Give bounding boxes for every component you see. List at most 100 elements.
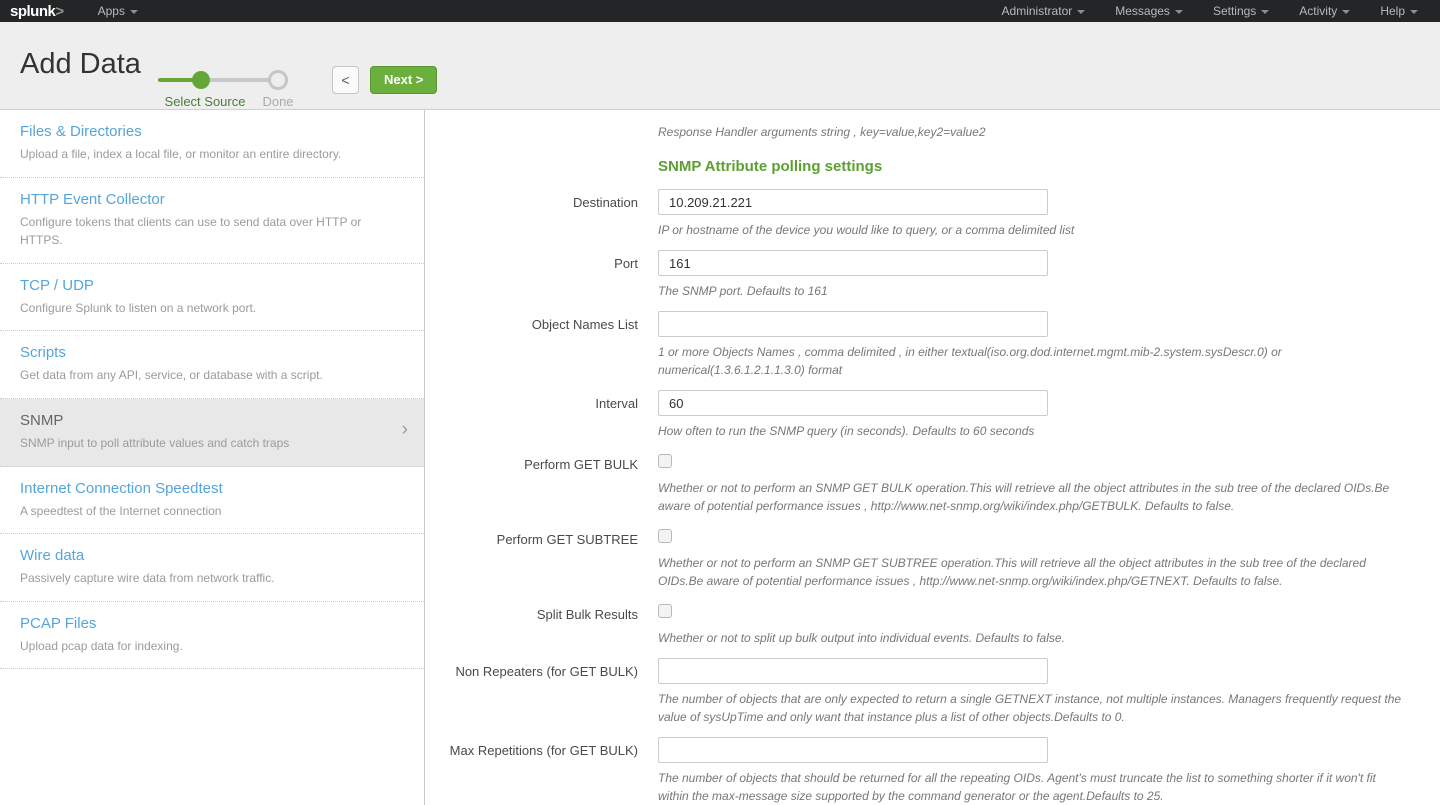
- step-label-done: Done: [248, 94, 308, 109]
- settings-menu[interactable]: Settings: [1213, 4, 1269, 18]
- back-chevron-icon: <: [341, 72, 349, 88]
- split-bulk-results-checkbox[interactable]: [658, 604, 672, 618]
- sidebar-item-wire-data[interactable]: Wire data Passively capture wire data fro…: [0, 534, 424, 602]
- sidebar-item-title: Wire data: [20, 547, 384, 564]
- destination-input[interactable]: [658, 189, 1048, 215]
- perform-get-bulk-checkbox[interactable]: [658, 454, 672, 468]
- sidebar-item-description: Configure tokens that clients can use to…: [20, 213, 384, 250]
- step-current-dot: [192, 71, 210, 89]
- max-repetitions-for-get-bulk-control: The number of objects that should be ret…: [658, 737, 1406, 805]
- object-names-list-hint: 1 or more Objects Names , comma delimite…: [658, 343, 1406, 379]
- help-menu[interactable]: Help: [1380, 4, 1418, 18]
- chevron-down-icon: [1261, 10, 1269, 14]
- sidebar-item-title: SNMP: [20, 412, 384, 429]
- sidebar-item-description: Passively capture wire data from network…: [20, 569, 384, 588]
- non-repeaters-for-get-bulk-label: Non Repeaters (for GET BULK): [426, 658, 638, 681]
- snmp-polling-settings-heading: SNMP Attribute polling settings: [658, 158, 1440, 175]
- splunk-logo-text: splunk: [10, 3, 55, 20]
- split-bulk-results-label: Split Bulk Results: [426, 601, 638, 624]
- source-type-sidebar: Files & Directories Upload a file, index …: [0, 110, 425, 805]
- form-row-perform-get-bulk: Perform GET BULK Whether or not to perfor…: [426, 451, 1440, 515]
- page-header: Add Data Select Source Done < Next >: [0, 22, 1440, 110]
- split-bulk-results-control: Whether or not to split up bulk output i…: [658, 601, 1406, 647]
- topbar-right-menus: Administrator Messages Settings Activity Hel…: [1002, 4, 1440, 18]
- non-repeaters-for-get-bulk-input[interactable]: [658, 658, 1048, 684]
- sidebar-item-internet-connection-speedtest[interactable]: Internet Connection SpeedtestA speedtest…: [0, 467, 424, 535]
- interval-control: How often to run the SNMP query (in seco…: [658, 390, 1406, 440]
- form-row-split-bulk-results: Split Bulk Results Whether or not to spli…: [426, 601, 1440, 647]
- sidebar-item-http-event-collector[interactable]: HTTP Event Collector Configure tokens tha…: [0, 178, 424, 264]
- chevron-down-icon: [1077, 10, 1085, 14]
- max-repetitions-for-get-bulk-label: Max Repetitions (for GET BULK): [426, 737, 638, 760]
- sidebar-item-title: Scripts: [20, 344, 384, 361]
- administrator-menu[interactable]: Administrator: [1002, 4, 1086, 18]
- port-label: Port: [426, 250, 638, 273]
- destination-hint: IP or hostname of the device you would l…: [658, 221, 1406, 239]
- chevron-down-icon: [130, 10, 138, 14]
- top-navigation-bar: splunk> Apps Administrator Messages Settin…: [0, 0, 1440, 22]
- form-row-object-names-list: Object Names List 1 or more Objects Names…: [426, 311, 1440, 379]
- snmp-settings-form: Response Handler arguments string , key=…: [426, 110, 1440, 805]
- sidebar-item-pcap-files[interactable]: PCAP Files Upload pcap data for indexing.: [0, 602, 424, 670]
- back-button[interactable]: <: [332, 66, 359, 94]
- object-names-list-label: Object Names List: [426, 311, 638, 334]
- sidebar-item-title: TCP / UDP: [20, 277, 384, 294]
- sidebar-item-snmp[interactable]: SNMP SNMP input to poll attribute values …: [0, 399, 424, 467]
- step-pending-circle: [268, 70, 288, 90]
- perform-get-bulk-control: Whether or not to perform an SNMP GET BU…: [658, 451, 1406, 515]
- object-names-list-input[interactable]: [658, 311, 1048, 337]
- messages-menu-label: Messages: [1115, 4, 1170, 18]
- sidebar-item-description: Upload pcap data for indexing.: [20, 637, 384, 656]
- form-row-non-repeaters-for-get-bulk: Non Repeaters (for GET BULK) The number o…: [426, 658, 1440, 726]
- form-row-max-repetitions-for-get-bulk: Max Repetitions (for GET BULK) The number…: [426, 737, 1440, 805]
- non-repeaters-for-get-bulk-control: The number of objects that are only expe…: [658, 658, 1406, 726]
- apps-menu-label: Apps: [98, 4, 125, 18]
- max-repetitions-for-get-bulk-hint: The number of objects that should be ret…: [658, 769, 1406, 805]
- form-fields: Destination IP or hostname of the device …: [426, 189, 1440, 805]
- interval-hint: How often to run the SNMP query (in seco…: [658, 422, 1406, 440]
- perform-get-subtree-hint: Whether or not to perform an SNMP GET SU…: [658, 554, 1406, 590]
- form-row-interval: Interval How often to run the SNMP query …: [426, 390, 1440, 440]
- port-hint: The SNMP port. Defaults to 161: [658, 282, 1406, 300]
- perform-get-bulk-label: Perform GET BULK: [426, 451, 638, 474]
- perform-get-subtree-label: Perform GET SUBTREE: [426, 526, 638, 549]
- non-repeaters-for-get-bulk-hint: The number of objects that are only expe…: [658, 690, 1406, 726]
- sidebar-item-title: Files & Directories: [20, 123, 384, 140]
- destination-control: IP or hostname of the device you would l…: [658, 189, 1406, 239]
- perform-get-subtree-checkbox[interactable]: [658, 529, 672, 543]
- page-title: Add Data: [20, 48, 141, 81]
- sidebar-item-title: HTTP Event Collector: [20, 191, 384, 208]
- sidebar-item-title: Internet Connection Speedtest: [20, 480, 384, 497]
- split-bulk-results-hint: Whether or not to split up bulk output i…: [658, 629, 1406, 647]
- activity-menu[interactable]: Activity: [1299, 4, 1350, 18]
- response-handler-arguments-hint: Response Handler arguments string , key=…: [658, 123, 1406, 141]
- sidebar-item-description: Upload a file, index a local file, or mo…: [20, 145, 384, 164]
- form-row-port: Port The SNMP port. Defaults to 161: [426, 250, 1440, 300]
- sidebar-item-tcp-udp[interactable]: TCP / UDPConfigure Splunk to listen on a…: [0, 264, 424, 332]
- max-repetitions-for-get-bulk-input[interactable]: [658, 737, 1048, 763]
- settings-menu-label: Settings: [1213, 4, 1256, 18]
- step-label-select-source: Select Source: [145, 94, 265, 109]
- activity-menu-label: Activity: [1299, 4, 1337, 18]
- administrator-menu-label: Administrator: [1002, 4, 1073, 18]
- sidebar-item-scripts[interactable]: ScriptsGet data from any API, service, o…: [0, 331, 424, 399]
- port-input[interactable]: [658, 250, 1048, 276]
- interval-input[interactable]: [658, 390, 1048, 416]
- splunk-logo[interactable]: splunk>: [10, 3, 64, 20]
- progress-steps: Select Source Done: [158, 68, 318, 112]
- form-row-perform-get-subtree: Perform GET SUBTREE Whether or not to per…: [426, 526, 1440, 590]
- messages-menu[interactable]: Messages: [1115, 4, 1183, 18]
- progress-track: [158, 78, 288, 82]
- splunk-logo-chevron: >: [55, 3, 63, 20]
- object-names-list-control: 1 or more Objects Names , comma delimite…: [658, 311, 1406, 379]
- chevron-down-icon: [1342, 10, 1350, 14]
- sidebar-item-files-directories[interactable]: Files & Directories Upload a file, index …: [0, 110, 424, 178]
- sidebar-item-title: PCAP Files: [20, 615, 384, 632]
- next-button[interactable]: Next >: [370, 66, 437, 94]
- sidebar-item-description: SNMP input to poll attribute values and …: [20, 434, 384, 453]
- form-row-destination: Destination IP or hostname of the device …: [426, 189, 1440, 239]
- apps-menu[interactable]: Apps: [98, 4, 138, 18]
- port-control: The SNMP port. Defaults to 161: [658, 250, 1406, 300]
- interval-label: Interval: [426, 390, 638, 413]
- destination-label: Destination: [426, 189, 638, 212]
